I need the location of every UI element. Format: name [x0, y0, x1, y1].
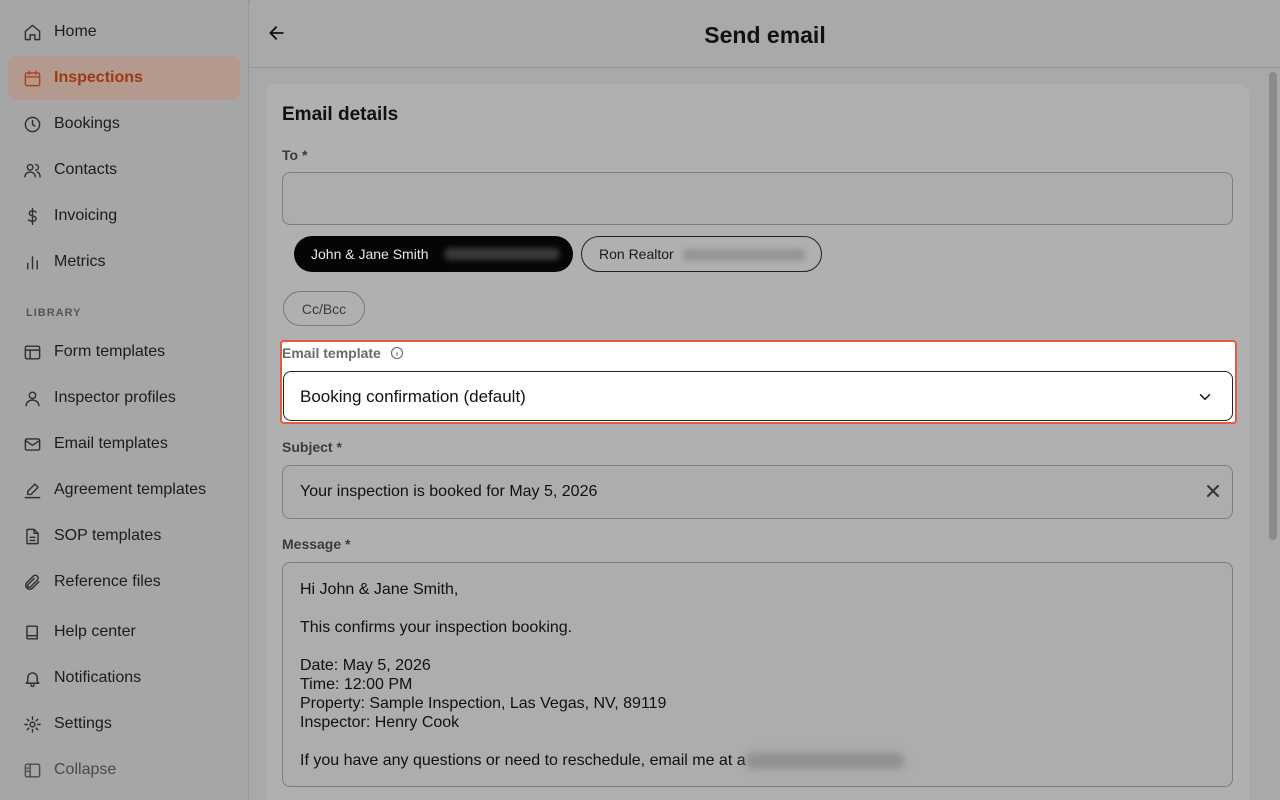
message-label: Message * — [282, 536, 351, 552]
sidebar-item-contacts[interactable]: Contacts — [8, 148, 240, 192]
home-icon — [22, 22, 42, 42]
sidebar-item-invoicing[interactable]: Invoicing — [8, 194, 240, 238]
bar-chart-icon — [22, 252, 42, 272]
sidebar-item-reference-files[interactable]: Reference files — [8, 560, 240, 604]
sidebar-item-label: Invoicing — [54, 207, 118, 224]
scrollbar-thumb[interactable] — [1269, 72, 1277, 540]
back-button[interactable] — [264, 22, 290, 48]
signature-icon — [22, 480, 42, 500]
sidebar-item-notifications[interactable]: Notifications — [8, 656, 240, 700]
sidebar-item-label: Bookings — [54, 115, 120, 132]
arrow-left-icon — [267, 23, 287, 48]
chevron-down-icon — [1196, 388, 1214, 406]
to-label: To * — [282, 147, 308, 163]
sidebar-item-metrics[interactable]: Metrics — [8, 240, 240, 284]
sidebar-item-label: SOP templates — [54, 527, 162, 544]
sidebar-item-label: Inspector profiles — [54, 389, 176, 406]
email-template-value: Booking confirmation (default) — [300, 387, 526, 406]
recipient-chip-name: Ron Realtor — [599, 246, 674, 262]
message-date: Date: May 5, 2026 — [300, 657, 431, 674]
sidebar: Home Inspections Bookings Contacts Invoi… — [0, 0, 249, 800]
recipient-chip-name: John & Jane Smith — [311, 246, 429, 262]
layout-icon — [22, 342, 42, 362]
sidebar-item-help-center[interactable]: Help center — [8, 610, 240, 654]
recipient-chip-selected[interactable]: John & Jane Smith — [294, 236, 573, 272]
email-template-select[interactable]: Booking confirmation (default) — [283, 371, 1233, 421]
email-template-label: Email template — [282, 345, 381, 361]
sidebar-item-label: Settings — [54, 715, 112, 732]
message-greeting: Hi John & Jane Smith, — [300, 581, 459, 598]
sidebar-item-sop-templates[interactable]: SOP templates — [8, 514, 240, 558]
message-inspector: Inspector: Henry Cook — [300, 714, 460, 731]
message-time: Time: 12:00 PM — [300, 676, 413, 693]
sidebar-item-label: Home — [54, 23, 97, 40]
sidebar-item-inspector-profiles[interactable]: Inspector profiles — [8, 376, 240, 420]
sidebar-item-inspections[interactable]: Inspections — [8, 56, 240, 100]
subject-value: Your inspection is booked for May 5, 202… — [300, 483, 598, 500]
collapse-icon — [22, 760, 42, 780]
book-icon — [22, 622, 42, 642]
sidebar-item-home[interactable]: Home — [8, 10, 240, 54]
paperclip-icon — [22, 572, 42, 592]
sidebar-item-email-templates[interactable]: Email templates — [8, 422, 240, 466]
subject-label: Subject * — [282, 439, 342, 455]
sidebar-item-label: Contacts — [54, 161, 118, 178]
redacted-email — [444, 248, 560, 260]
bell-icon — [22, 668, 42, 688]
sidebar-item-label: Collapse — [54, 761, 117, 778]
calendar-icon — [22, 68, 42, 88]
dollar-icon — [22, 206, 42, 226]
sidebar-item-label: Reference files — [54, 573, 161, 590]
info-icon[interactable] — [390, 346, 404, 360]
file-icon — [22, 526, 42, 546]
redacted-email — [746, 753, 904, 769]
subject-input[interactable]: Your inspection is booked for May 5, 202… — [282, 465, 1233, 519]
sidebar-item-label: Agreement templates — [54, 481, 207, 498]
recipient-chip[interactable]: Ron Realtor — [581, 236, 822, 272]
mail-icon — [22, 434, 42, 454]
sidebar-item-label: Help center — [54, 623, 136, 640]
message-line: This confirms your inspection booking. — [300, 619, 573, 636]
page-title: Send email — [704, 22, 826, 48]
sidebar-item-label: Email templates — [54, 435, 168, 452]
sidebar-item-settings[interactable]: Settings — [8, 702, 240, 746]
sidebar-item-agreement-templates[interactable]: Agreement templates — [8, 468, 240, 512]
to-input[interactable] — [282, 172, 1233, 225]
sidebar-item-form-templates[interactable]: Form templates — [8, 330, 240, 374]
users-icon — [22, 160, 42, 180]
sidebar-item-label: Form templates — [54, 343, 166, 360]
message-closing: If you have any questions or need to res… — [300, 752, 746, 769]
sidebar-item-label: Inspections — [54, 69, 143, 86]
gear-icon — [22, 714, 42, 734]
sidebar-item-label: Notifications — [54, 669, 142, 686]
sidebar-item-label: Metrics — [54, 253, 106, 270]
user-icon — [22, 388, 42, 408]
sidebar-collapse-button[interactable]: Collapse — [8, 748, 240, 792]
cc-bcc-button[interactable]: Cc/Bcc — [283, 291, 365, 326]
message-property: Property: Sample Inspection, Las Vegas, … — [300, 695, 667, 712]
clear-subject-button[interactable] — [1206, 484, 1220, 498]
clock-icon — [22, 114, 42, 134]
library-section-label: LIBRARY — [26, 307, 82, 319]
card-title: Email details — [282, 104, 399, 125]
sidebar-item-bookings[interactable]: Bookings — [8, 102, 240, 146]
redacted-email — [682, 249, 806, 261]
